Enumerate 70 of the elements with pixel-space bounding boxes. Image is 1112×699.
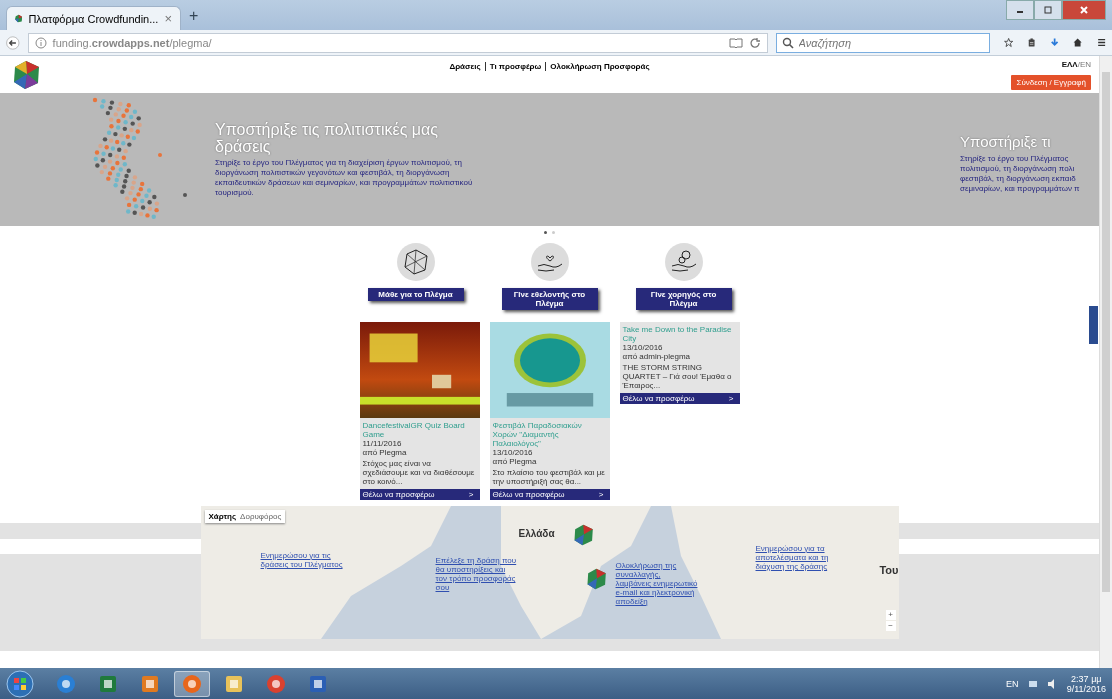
language-option[interactable]: ΕΛΛ (1061, 60, 1078, 69)
hero-description-line: Στηρίξε το έργο του Πλέγματος (960, 154, 1070, 164)
language-separator: / (1077, 60, 1080, 69)
polyhedron-icon (395, 242, 436, 282)
project-excerpt: Στο πλαίσιο του φεστιβάλ και με την υποστήριξή σας θα... (492, 468, 606, 486)
cube-logo-icon[interactable] (12, 60, 42, 90)
reload-icon[interactable] (748, 36, 761, 49)
info-icon[interactable] (34, 36, 47, 49)
hero-heading: Υποστήριξε τις πολιτιστικές μας δράσεις (215, 121, 439, 155)
nav-link[interactable]: Δράσεις (449, 62, 481, 71)
tab-title: Πλατφόρμα Crowdfundin... (28, 12, 159, 25)
browser-tab[interactable]: Πλατφόρμα Crowdfundin... × (6, 6, 181, 30)
offer-button[interactable]: Θέλω να προσφέρω > (359, 489, 480, 500)
address-bar[interactable]: funding.crowdapps.net/plegma/ (27, 32, 768, 53)
taskbar-app-icon[interactable] (174, 670, 210, 697)
project-date: 13/10/2016 (492, 448, 534, 457)
clock[interactable]: 2:37 μμ 9/11/2016 (1066, 673, 1106, 694)
maximize-button[interactable] (1034, 0, 1062, 20)
search-icon (781, 36, 794, 49)
cube-marker-icon[interactable] (572, 524, 595, 546)
project-author: από Plegma (362, 448, 408, 457)
scrollbar[interactable] (1099, 56, 1112, 668)
step-link[interactable]: Ολοκλήρωση της συναλλαγής, λαμβάνεις ενημερωτικό e-mail και ηλεκτρονική αποδείξη (615, 561, 698, 606)
bookmark-star-icon[interactable] (1003, 35, 1013, 50)
login-register-button[interactable]: Σύνδεση / Εγγραφή (1011, 75, 1091, 90)
slider-dot[interactable] (544, 230, 547, 234)
nav-link[interactable]: Τι προσφέρω (489, 62, 542, 71)
map-label: Του (879, 564, 899, 576)
minimize-button[interactable] (1006, 0, 1034, 20)
project-excerpt: THE STORM STRING QUARTET – Γιά σου! Έμαθα ο Έπαιρος... (622, 363, 733, 390)
country-label: Ελλάδα (518, 528, 555, 539)
step-link[interactable]: Ενημερώσου για τα αποτελέσματα και τη διάχυση της δράσης (755, 544, 838, 571)
start-button-icon[interactable] (6, 669, 34, 698)
project-date: 13/10/2016 (622, 343, 664, 352)
nav-link[interactable]: Ολοκλήρωση Προσφοράς (550, 62, 650, 71)
heart-in-hand-icon (529, 242, 570, 282)
offer-button[interactable]: Θέλω να προσφέρω > (489, 489, 610, 500)
new-tab-button[interactable]: + (189, 7, 199, 25)
feature-button[interactable]: Γίνε χορηγός στο Πλέγμα (635, 288, 732, 310)
map-type-tab[interactable]: Χάρτης (208, 512, 237, 521)
step-link[interactable]: Ενημερώσου για τις δράσεις του Πλέγματος (260, 551, 343, 569)
project-author: από Plegma (492, 457, 538, 466)
hero-heading: Υποστήριξε τι (960, 133, 1052, 150)
map-type-tab[interactable]: Δορυφόρος (240, 512, 282, 521)
zoom-out-button[interactable]: − (885, 621, 896, 631)
step-link[interactable]: Επέλεξε τη δράση που θα υποστηρίξεις και τον τρόπο προσφοράς σου (435, 556, 518, 592)
offer-button[interactable]: Θέλω να προσφέρω > (619, 393, 740, 404)
language-indicator[interactable]: EN (1006, 678, 1019, 689)
search-field[interactable]: Αναζήτηση (775, 32, 990, 53)
maximize-icon (1043, 5, 1053, 15)
hero-description: Στηρίξε το έργο του Πλέγματος για τη διαχείριση έργων πολιτισμού, τη διοργάνωση πολιτιστικών γεγονότων και φεστιβάλ, τη διοργάνωση εκπαιδευτικών δράσεων και σεμιναρίων, και προγραμμάτων πολιτιστικού τουρισμού. (215, 158, 474, 198)
hero-description-line: σεμιναρίων, και προγραμμάτων π (960, 184, 1081, 194)
cube-logo-icon (15, 13, 23, 24)
zoom-in-button[interactable]: + (885, 610, 896, 620)
close-icon (1079, 5, 1089, 15)
project-excerpt: Στόχος μας είναι να σχεδιάσουμε και να διαθέσουμε στο κοινό... (362, 459, 476, 486)
coin-in-hand-icon (663, 242, 704, 282)
close-tab-button[interactable]: × (164, 11, 172, 26)
url-text: funding.crowdapps.net/plegma/ (52, 36, 212, 49)
slider-dot[interactable] (552, 230, 555, 234)
feature-button[interactable]: Μάθε για το Πλέγμα (367, 288, 464, 301)
hero-description-line: φεστιβάλ, τη διοργάνωση εκπαιδ (960, 174, 1077, 184)
reader-view-icon[interactable] (728, 36, 743, 49)
project-author: από admin-plegma (622, 352, 691, 361)
feature-button[interactable]: Γίνε εθελοντής στο Πλέγμα (501, 288, 598, 310)
cube-marker-icon[interactable] (585, 568, 608, 590)
hero-description-line: πολιτισμού, τη διοργάνωση πολι (960, 164, 1076, 174)
project-date: 11/11/2016 (362, 439, 403, 448)
clipboard-icon[interactable] (1026, 35, 1037, 50)
close-window-button[interactable] (1062, 0, 1106, 20)
